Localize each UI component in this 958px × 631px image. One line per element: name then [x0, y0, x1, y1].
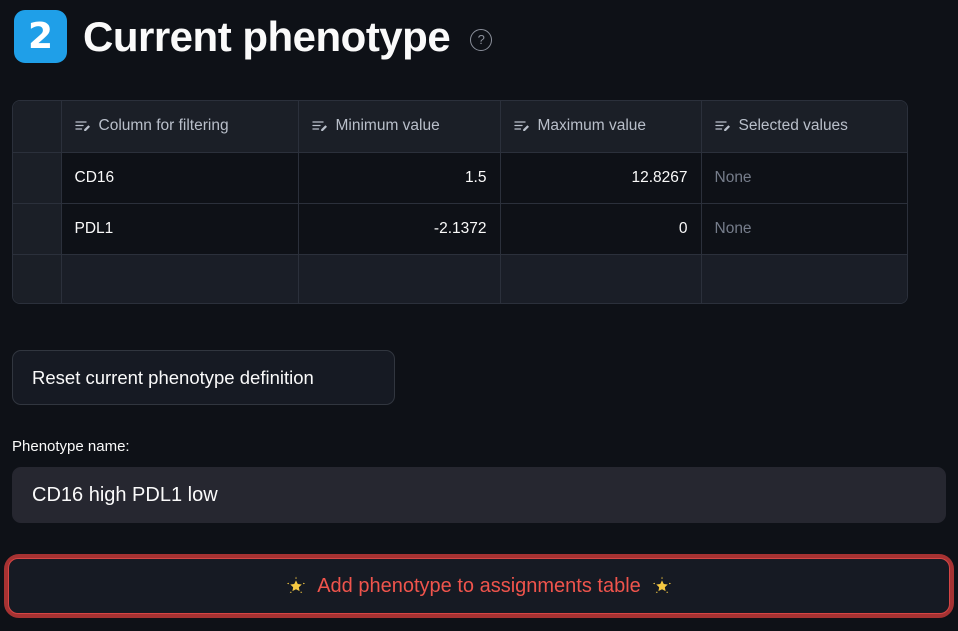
cell-minimum-value[interactable]	[298, 254, 501, 303]
cell-selected-values[interactable]	[701, 254, 907, 303]
cell-maximum-value[interactable]: 0	[500, 203, 702, 255]
column-header-label: Maximum value	[537, 117, 647, 135]
text-column-icon	[714, 119, 731, 133]
page-header: 2 Current phenotype ?	[14, 10, 493, 63]
row-index-header	[13, 101, 62, 153]
table-header-row: Column for filtering Minimum value Maxim…	[13, 101, 907, 153]
column-header-minimum-value[interactable]: Minimum value	[298, 101, 501, 153]
cell-column-for-filtering[interactable]: CD16	[61, 152, 299, 204]
cell-minimum-value[interactable]: 1.5	[298, 152, 501, 204]
phenotype-name-input[interactable]	[12, 467, 946, 523]
text-column-icon	[74, 119, 91, 133]
column-header-label: Column for filtering	[98, 117, 229, 135]
text-column-icon	[311, 119, 328, 133]
table-add-row[interactable]	[13, 254, 907, 303]
phenotype-definition-table[interactable]: Column for filtering Minimum value Maxim…	[12, 100, 908, 304]
reset-button-label: Reset current phenotype definition	[32, 366, 314, 388]
phenotype-builder-panel: 2 Current phenotype ? Column for filteri…	[0, 0, 958, 631]
column-header-column-for-filtering[interactable]: Column for filtering	[61, 101, 299, 153]
row-index-cell	[13, 203, 62, 255]
glowing-star-icon	[652, 576, 672, 596]
cell-minimum-value[interactable]: -2.1372	[298, 203, 501, 255]
table-row[interactable]: PDL1 -2.1372 0 None	[13, 203, 907, 255]
column-header-label: Minimum value	[335, 117, 440, 135]
phenotype-name-label: Phenotype name:	[12, 438, 130, 455]
table-row[interactable]: CD16 1.5 12.8267 None	[13, 152, 907, 204]
text-column-icon	[513, 119, 530, 133]
add-phenotype-button[interactable]: Add phenotype to assignments table	[8, 558, 950, 614]
cell-column-for-filtering[interactable]: PDL1	[61, 203, 299, 255]
reset-phenotype-definition-button[interactable]: Reset current phenotype definition	[12, 350, 395, 405]
page-title: Current phenotype	[83, 12, 451, 60]
add-phenotype-button-label: Add phenotype to assignments table	[317, 574, 641, 597]
cell-selected-values[interactable]: None	[701, 152, 907, 204]
help-icon[interactable]: ?	[470, 28, 493, 51]
column-header-maximum-value[interactable]: Maximum value	[500, 101, 702, 153]
step-number-badge: 2	[14, 10, 67, 63]
row-index-cell	[13, 254, 62, 303]
column-header-selected-values[interactable]: Selected values	[701, 101, 907, 153]
cell-column-for-filtering[interactable]	[61, 254, 299, 303]
glowing-star-icon	[286, 576, 306, 596]
row-index-cell	[13, 152, 62, 204]
cell-maximum-value[interactable]	[500, 254, 702, 303]
cell-maximum-value[interactable]: 12.8267	[500, 152, 702, 204]
cell-selected-values[interactable]: None	[701, 203, 907, 255]
column-header-label: Selected values	[738, 117, 848, 135]
